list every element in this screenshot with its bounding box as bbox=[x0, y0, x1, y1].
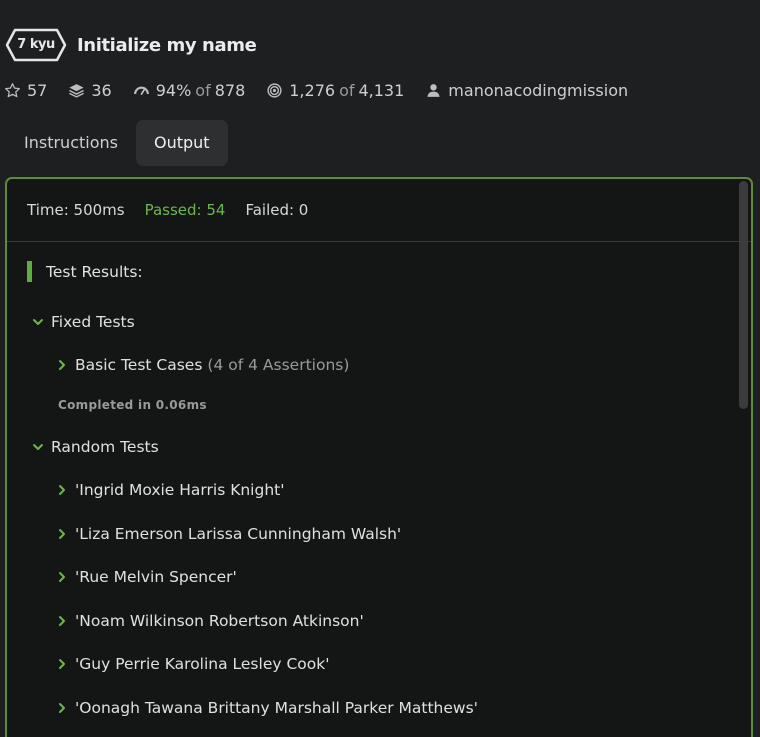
tab-instructions[interactable]: Instructions bbox=[6, 120, 136, 166]
failed-count: Failed: 0 bbox=[245, 201, 309, 219]
output-panel: Time: 500ms Passed: 54 Failed: 0 Test Re… bbox=[5, 177, 753, 737]
kyu-rank-badge: 7 kyu bbox=[5, 28, 67, 62]
passed-count: Passed: 54 bbox=[144, 201, 226, 219]
random-tests-label: Random Tests bbox=[51, 438, 159, 456]
kyu-rank-label: 7 kyu bbox=[17, 37, 55, 52]
layers-icon bbox=[69, 83, 85, 98]
chevron-right-icon bbox=[59, 616, 65, 626]
kata-title: Initialize my name bbox=[77, 34, 257, 56]
random-tests-group[interactable]: Random Tests bbox=[31, 438, 159, 456]
random-test-label: 'Ingrid Moxie Harris Knight' bbox=[75, 481, 285, 499]
collections-stat[interactable]: 36 bbox=[68, 80, 112, 100]
kata-header: 7 kyu Initialize my name bbox=[5, 27, 257, 63]
results-indicator-bar bbox=[27, 261, 32, 282]
scrollbar-thumb[interactable] bbox=[739, 181, 748, 409]
random-test-item[interactable]: 'Noam Wilkinson Robertson Atkinson' bbox=[55, 612, 364, 630]
random-test-item[interactable]: 'Guy Perrie Karolina Lesley Cook' bbox=[55, 655, 329, 673]
satisfaction-of: of bbox=[195, 80, 211, 100]
completed-of: of bbox=[339, 80, 355, 100]
completed-count: 1,276 bbox=[289, 80, 336, 100]
chevron-down-icon bbox=[33, 444, 43, 450]
kata-stats: 57 36 94% of 878 1,276 of 4,131 manonaco… bbox=[4, 78, 628, 102]
stars-count: 57 bbox=[27, 80, 48, 100]
chevron-right-icon bbox=[59, 703, 65, 713]
random-test-label: 'Rue Melvin Spencer' bbox=[75, 568, 237, 586]
user-icon bbox=[427, 83, 440, 97]
star-icon bbox=[5, 82, 20, 97]
tab-bar: Instructions Output bbox=[6, 120, 228, 166]
basic-test-assertions: (4 of 4 Assertions) bbox=[207, 356, 350, 374]
collections-count: 36 bbox=[91, 80, 112, 100]
chevron-right-icon bbox=[59, 572, 65, 582]
test-summary: Time: 500ms Passed: 54 Failed: 0 bbox=[7, 179, 751, 242]
tab-output[interactable]: Output bbox=[135, 120, 228, 166]
satisfaction-rating: 94% bbox=[155, 80, 192, 100]
results-heading-label: Test Results: bbox=[46, 262, 143, 281]
random-test-item[interactable]: 'Liza Emerson Larissa Cunningham Walsh' bbox=[55, 525, 401, 543]
satisfaction-stat: 94% of 878 bbox=[133, 80, 246, 100]
completed-stat: 1,276 of 4,131 bbox=[266, 81, 404, 100]
chevron-right-icon bbox=[59, 360, 65, 370]
random-test-label: 'Liza Emerson Larissa Cunningham Walsh' bbox=[75, 525, 402, 543]
chevron-right-icon bbox=[59, 529, 65, 539]
stars-stat[interactable]: 57 bbox=[4, 81, 47, 100]
random-test-item[interactable]: 'Oonagh Tawana Brittany Marshall Parker … bbox=[55, 699, 478, 717]
random-test-item[interactable]: 'Rue Melvin Spencer' bbox=[55, 568, 237, 586]
completed-total: 4,131 bbox=[358, 80, 405, 100]
fixed-tests-group[interactable]: Fixed Tests bbox=[31, 313, 135, 331]
chevron-down-icon bbox=[33, 319, 43, 325]
random-test-label: 'Oonagh Tawana Brittany Marshall Parker … bbox=[75, 699, 478, 717]
target-icon bbox=[267, 82, 282, 98]
chevron-right-icon bbox=[59, 659, 65, 669]
time-label: Time: 500ms bbox=[27, 201, 125, 219]
gauge-icon bbox=[133, 86, 149, 95]
fixed-tests-label: Fixed Tests bbox=[51, 313, 135, 331]
author-name[interactable]: manonacodingmission bbox=[448, 81, 628, 100]
random-test-label: 'Guy Perrie Karolina Lesley Cook' bbox=[75, 655, 330, 673]
test-results-heading: Test Results: bbox=[27, 261, 143, 282]
satisfaction-total: 878 bbox=[214, 80, 246, 100]
author-stat[interactable]: manonacodingmission bbox=[425, 81, 628, 100]
random-test-label: 'Noam Wilkinson Robertson Atkinson' bbox=[75, 612, 364, 630]
basic-test-cases-label: Basic Test Cases bbox=[75, 356, 203, 374]
random-test-item[interactable]: 'Ingrid Moxie Harris Knight' bbox=[55, 481, 285, 499]
completed-time: Completed in 0.06ms bbox=[58, 398, 207, 412]
basic-test-cases-item[interactable]: Basic Test Cases (4 of 4 Assertions) bbox=[55, 356, 349, 374]
chevron-right-icon bbox=[59, 485, 65, 495]
